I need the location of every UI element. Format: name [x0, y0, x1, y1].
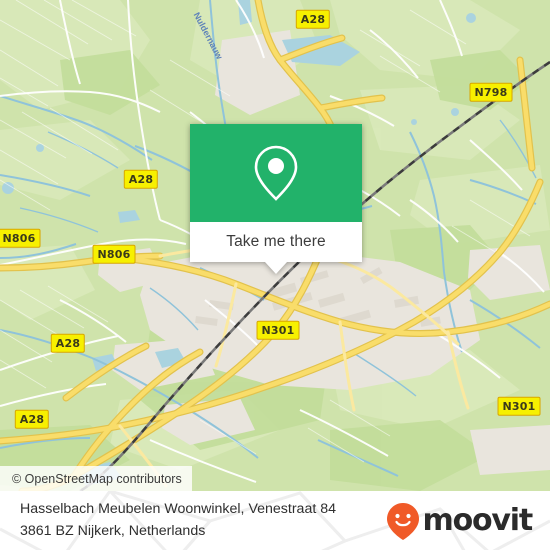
moovit-map-share-card: Nuldernauw A28 N798 A28 N806 N806 N301 A…: [0, 0, 550, 550]
road-shield-n798[interactable]: N798: [469, 82, 513, 102]
moovit-wordmark: moovit: [422, 502, 534, 538]
osm-attribution[interactable]: © OpenStreetMap contributors: [0, 466, 192, 491]
road-shield-a28-south[interactable]: A28: [14, 409, 50, 429]
road-shield-n806-far-west[interactable]: N806: [0, 228, 41, 248]
road-shield-n301-east[interactable]: N301: [497, 396, 541, 416]
road-shield-a28-west[interactable]: A28: [123, 169, 159, 189]
take-me-there-label: Take me there: [226, 233, 326, 250]
map-canvas[interactable]: Nuldernauw A28 N798 A28 N806 N806 N301 A…: [0, 0, 550, 491]
address-line-2: 3861 BZ Nijkerk, Netherlands: [20, 522, 206, 539]
footer-bar: Hasselbach Meubelen Woonwinkel, Venestra…: [0, 491, 550, 550]
road-shield-n301-center[interactable]: N301: [256, 320, 300, 340]
road-shield-n806-west[interactable]: N806: [92, 244, 136, 264]
address-line-1: Hasselbach Meubelen Woonwinkel, Venestra…: [20, 501, 336, 518]
callout-footer[interactable]: Take me there: [190, 222, 362, 274]
moovit-pin-smiley-icon: [386, 502, 419, 540]
callout-header: [190, 124, 362, 222]
road-shield-a28-southwest[interactable]: A28: [50, 333, 86, 353]
moovit-logo[interactable]: moovit: [386, 501, 540, 541]
road-shield-a28-north[interactable]: A28: [295, 9, 331, 29]
callout-pointer: [265, 262, 287, 274]
map-pin-icon: [254, 145, 298, 201]
location-callout-card[interactable]: Take me there: [190, 124, 362, 274]
address-block: Hasselbach Meubelen Woonwinkel, Venestra…: [20, 499, 336, 541]
